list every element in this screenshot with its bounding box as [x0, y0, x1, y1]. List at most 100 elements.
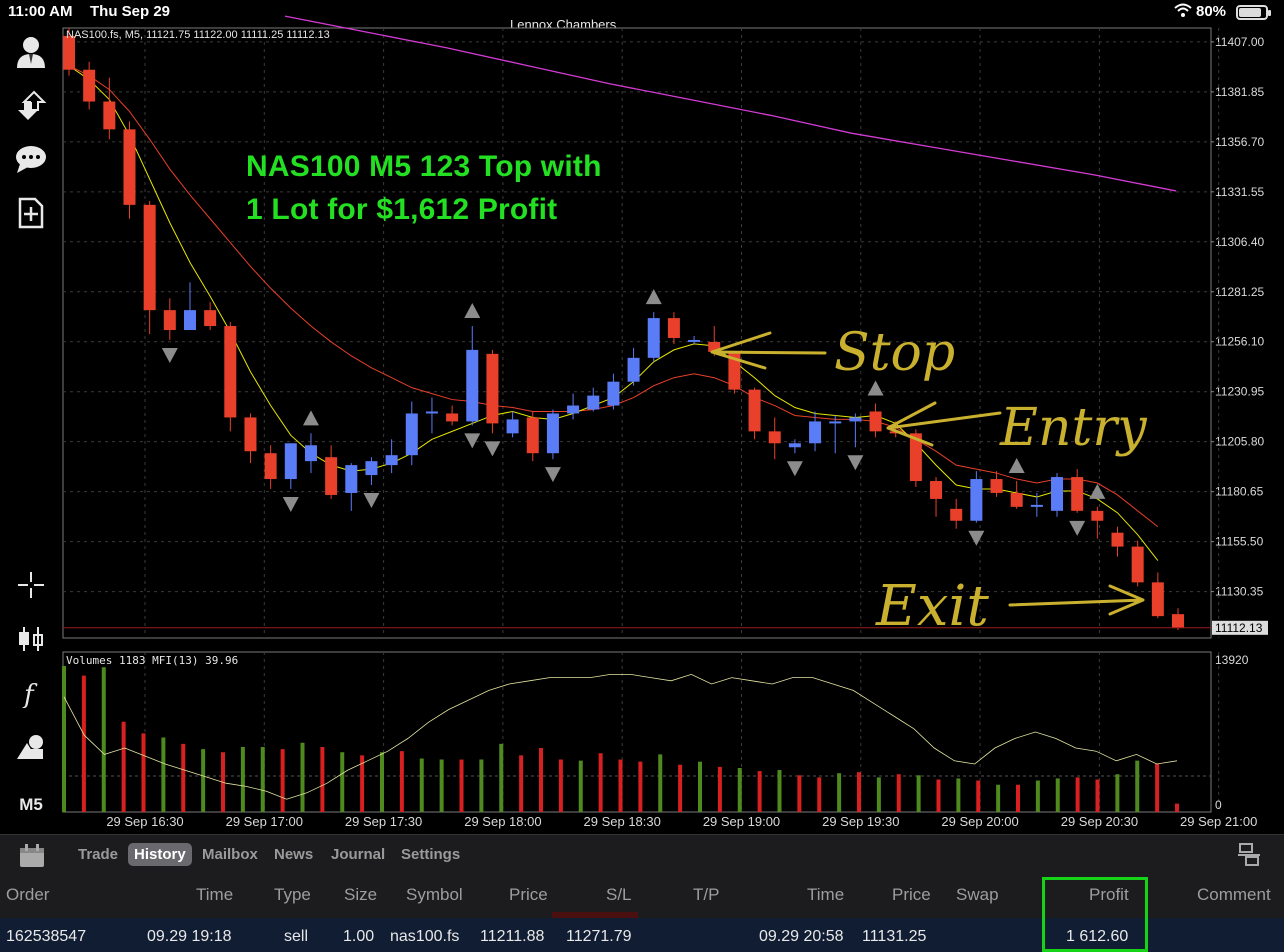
layout-icon[interactable]: [1236, 841, 1262, 874]
entry-annotation: Entry: [999, 398, 1147, 458]
time-tick-label: 29 Sep 19:00: [703, 814, 780, 829]
candle: [647, 312, 660, 362]
price-tick-label: 11155.50: [1215, 535, 1264, 549]
time-tick-label: 29 Sep 20:30: [1061, 814, 1138, 829]
candle-body: [526, 417, 539, 454]
price-chart[interactable]: 11407.00 11381.85 11356.70 11331.55 11306.40…: [0, 0, 1284, 834]
col-size[interactable]: Size: [344, 885, 377, 905]
candle-body: [284, 443, 297, 480]
candle-body: [748, 389, 761, 432]
candle-body: [667, 318, 680, 338]
candle-body: [304, 445, 317, 462]
col-order[interactable]: Order: [6, 885, 49, 905]
row-sl: 11271.79: [566, 928, 632, 945]
candle-body: [647, 318, 660, 358]
candle-body: [1172, 614, 1184, 629]
candle-body: [365, 461, 378, 476]
tab-journal[interactable]: Journal: [331, 846, 385, 863]
row-close-price: 11131.25: [862, 928, 927, 945]
tab-history[interactable]: History: [128, 843, 192, 866]
row-close-time: 09.29 20:58: [759, 928, 844, 945]
candle-body: [970, 479, 983, 521]
candle: [486, 349, 499, 434]
candle-body: [1051, 477, 1064, 511]
candle-body: [183, 310, 196, 331]
tab-news[interactable]: News: [274, 846, 313, 863]
candle-body: [345, 465, 358, 493]
candle: [1051, 473, 1064, 517]
candle-body: [325, 457, 338, 495]
headline-line1: NAS100 M5 123 Top with: [246, 150, 602, 183]
tab-settings[interactable]: Settings: [401, 846, 460, 863]
candle-body: [224, 326, 237, 418]
candle-body: [83, 69, 96, 102]
candle-body: [204, 310, 217, 327]
candle-body: [587, 395, 600, 410]
candle-body: [1111, 532, 1124, 547]
candle-body: [405, 413, 418, 456]
col-type[interactable]: Type: [274, 885, 311, 905]
col-tp[interactable]: T/P: [693, 885, 719, 905]
candle-body: [809, 421, 822, 444]
candle-body: [688, 339, 701, 342]
headline-line2: 1 Lot for $1,612 Profit: [246, 193, 558, 226]
volume-indicator-header: Volumes 1183 MFI(13) 39.96: [66, 654, 239, 667]
chart-ohlc-header: NAS100.fs, M5, 11121.75 11122.00 11111.2…: [66, 29, 330, 41]
candle: [546, 409, 559, 460]
candle-body: [849, 417, 862, 422]
col-open-time[interactable]: Time: [196, 885, 233, 905]
candle-body: [143, 204, 156, 311]
price-tick-label: 11381.85: [1215, 85, 1264, 99]
price-tick-label: 11256.10: [1215, 335, 1264, 349]
candle-body: [506, 419, 519, 434]
price-tick-label: 11356.70: [1215, 135, 1264, 149]
time-tick-label: 29 Sep 20:00: [941, 814, 1018, 829]
time-tick-label: 29 Sep 21:00: [1180, 814, 1257, 829]
col-symbol[interactable]: Symbol: [406, 885, 463, 905]
candle-body: [627, 357, 640, 382]
candle-body: [244, 417, 257, 452]
candle-body: [1071, 477, 1084, 511]
col-close-price[interactable]: Price: [892, 885, 931, 905]
col-close-time[interactable]: Time: [807, 885, 844, 905]
volume-bottom-label: 0: [1215, 798, 1222, 812]
row-type: sell: [284, 928, 309, 945]
candle-body: [466, 349, 479, 422]
candle-body: [1151, 582, 1164, 617]
time-tick-label: 29 Sep 17:30: [345, 814, 422, 829]
price-tick-label: 11205.80: [1215, 435, 1264, 449]
price-tick-label: 11407.00: [1215, 35, 1264, 49]
candle-body: [567, 405, 580, 414]
candle-body: [163, 310, 176, 331]
tab-trade[interactable]: Trade: [78, 846, 118, 863]
exit-annotation: Exit: [875, 574, 989, 639]
candle-body: [123, 129, 136, 205]
time-tick-label: 29 Sep 18:00: [464, 814, 541, 829]
candle-body: [446, 413, 459, 422]
candle-body: [788, 443, 801, 448]
col-swap[interactable]: Swap: [956, 885, 999, 905]
row-open-time: 09.29 19:18: [147, 928, 232, 945]
col-open-price[interactable]: Price: [509, 885, 548, 905]
candle-body: [869, 411, 882, 432]
candle-body: [63, 35, 75, 70]
col-comment[interactable]: Comment: [1197, 885, 1271, 905]
tab-mailbox[interactable]: Mailbox: [202, 846, 258, 863]
row-open-price: 11211.88: [480, 928, 545, 945]
time-tick-label: 29 Sep 16:30: [106, 814, 183, 829]
candle-body: [1091, 510, 1104, 521]
terminal-tabs-bar: Trade History Mailbox News Journal Setti…: [0, 834, 1284, 876]
row-size: 1.00: [343, 928, 375, 945]
calendar-icon[interactable]: [18, 843, 46, 874]
row-order: 162538547: [6, 928, 87, 945]
time-tick-label: 29 Sep 19:30: [822, 814, 899, 829]
price-tick-label: 11331.55: [1215, 185, 1264, 199]
candle-body: [1010, 492, 1023, 507]
col-sl[interactable]: S/L: [606, 885, 632, 905]
candle-body: [607, 381, 620, 406]
volume-top-label: 13920: [1215, 653, 1249, 667]
candle: [1131, 540, 1144, 587]
candle-body: [546, 413, 559, 454]
candle-body: [950, 508, 963, 521]
candle-body: [486, 353, 499, 424]
